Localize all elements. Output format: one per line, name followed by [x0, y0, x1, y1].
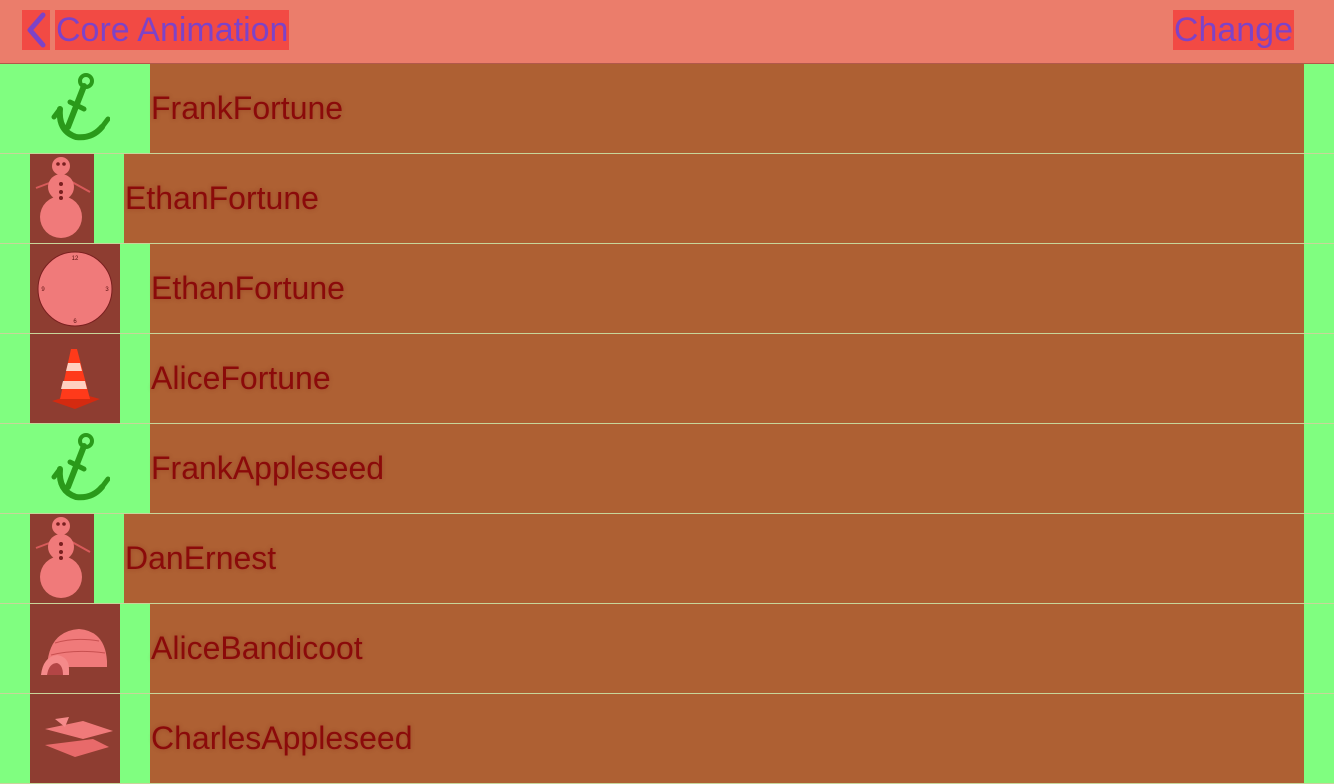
row-title: CharlesAppleseed — [151, 720, 413, 756]
table-row[interactable]: CharlesAppleseed — [0, 694, 1334, 784]
row-title: DanErnest — [125, 540, 277, 576]
row-title: AliceFortune — [151, 360, 331, 396]
navigation-bar: Core Animation Change — [0, 0, 1334, 64]
table-row[interactable]: EthanFortune — [0, 154, 1334, 244]
row-title: FrankAppleseed — [151, 450, 385, 486]
table-view[interactable]: FrankFortune EthanFortune 12 3 6 9 Ethan… — [0, 64, 1334, 784]
table-row[interactable]: FrankAppleseed — [0, 424, 1334, 514]
traffic-cone-icon — [30, 334, 120, 423]
table-row[interactable]: AliceFortune — [0, 334, 1334, 424]
row-title: AliceBandicoot — [151, 630, 363, 666]
row-title: EthanFortune — [151, 270, 345, 306]
chevron-left-icon — [22, 10, 50, 50]
clock-icon: 12 3 6 9 — [30, 244, 120, 333]
snowman-icon — [30, 514, 94, 603]
anchor-icon — [30, 64, 120, 153]
clock-numeral-12: 12 — [72, 256, 79, 262]
back-button-label: Core Animation — [55, 10, 290, 50]
table-row[interactable]: 12 3 6 9 EthanFortune — [0, 244, 1334, 334]
anchor-icon — [30, 424, 120, 513]
back-button[interactable]: Core Animation — [22, 10, 290, 50]
change-button[interactable]: Change — [1172, 10, 1294, 50]
spaceship-icon — [30, 694, 120, 783]
snowman-icon — [30, 154, 94, 243]
row-title: EthanFortune — [125, 180, 319, 216]
row-title: FrankFortune — [151, 90, 344, 126]
table-row[interactable]: AliceBandicoot — [0, 604, 1334, 694]
table-row[interactable]: DanErnest — [0, 514, 1334, 604]
table-row[interactable]: FrankFortune — [0, 64, 1334, 154]
igloo-icon — [30, 604, 120, 693]
